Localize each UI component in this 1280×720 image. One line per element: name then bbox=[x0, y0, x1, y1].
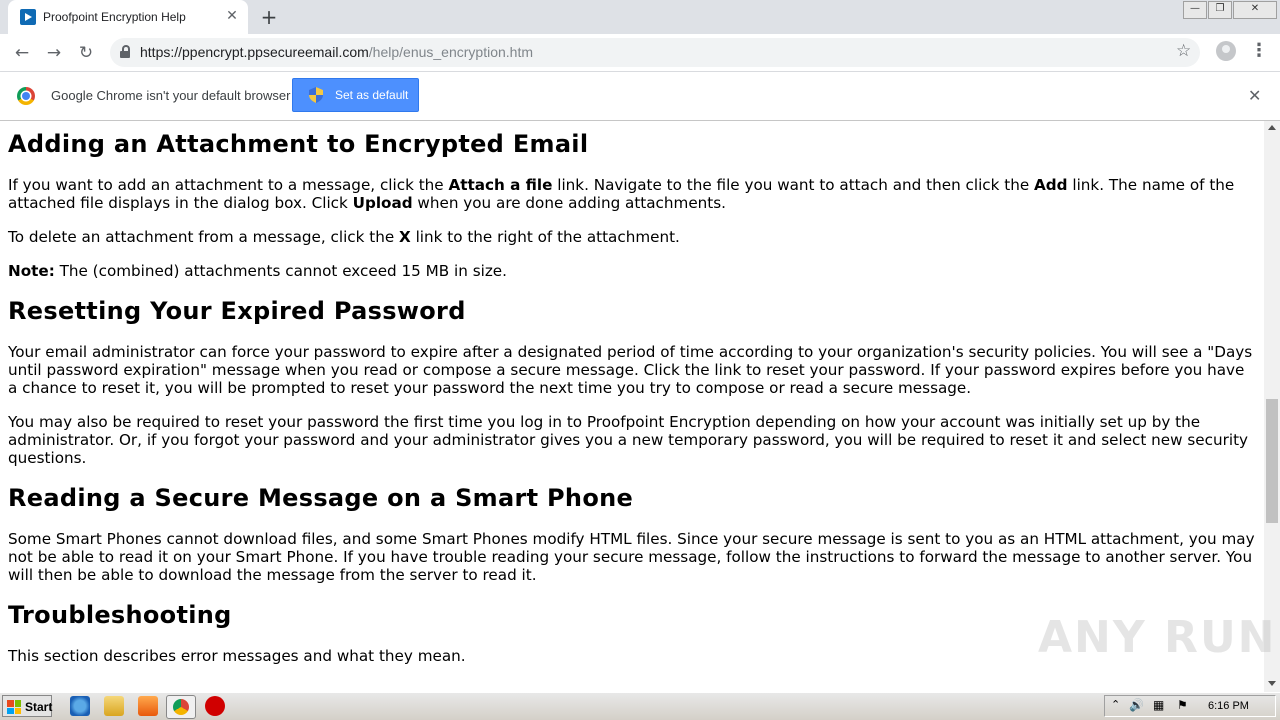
url-host: https://ppencrypt.ppsecureemail.com bbox=[140, 44, 369, 60]
file-explorer-icon[interactable] bbox=[104, 696, 124, 716]
chrome-taskbar-icon bbox=[173, 699, 189, 715]
address-bar[interactable]: https://ppencrypt.ppsecureemail.com/help… bbox=[110, 38, 1200, 67]
x-term: X bbox=[399, 228, 411, 246]
lock-icon[interactable] bbox=[120, 45, 130, 58]
action-center-flag-icon[interactable]: ⚑ bbox=[1177, 698, 1188, 712]
infobar-message: Google Chrome isn't your default browser bbox=[51, 88, 291, 103]
attach-a-file-term: Attach a file bbox=[448, 176, 553, 194]
set-as-default-label: Set as default bbox=[335, 88, 409, 102]
back-button[interactable]: ← bbox=[10, 41, 34, 65]
start-label: Start bbox=[25, 700, 53, 714]
internet-explorer-icon[interactable] bbox=[70, 696, 90, 716]
tab-close-icon[interactable]: ✕ bbox=[224, 8, 240, 24]
system-tray: ⌃ 🔊 ▦ ⚑ bbox=[1104, 695, 1276, 717]
page-content: Adding an Attachment to Encrypted Email … bbox=[0, 121, 1264, 692]
heading-reset-password: Resetting Your Expired Password bbox=[8, 297, 466, 325]
default-browser-infobar: Google Chrome isn't your default browser… bbox=[0, 72, 1280, 121]
upload-term: Upload bbox=[352, 194, 413, 212]
delete-attachment-paragraph: To delete an attachment from a message, … bbox=[8, 228, 680, 246]
chrome-logo-icon bbox=[17, 87, 35, 105]
attachment-size-note: Note: The (combined) attachments cannot … bbox=[8, 262, 507, 280]
uac-shield-icon bbox=[309, 87, 323, 103]
tab-title: Proofpoint Encryption Help bbox=[43, 10, 186, 24]
attachment-paragraph: If you want to add an attachment to a me… bbox=[8, 176, 1235, 212]
chrome-taskbar-button[interactable] bbox=[166, 695, 196, 719]
new-tab-button[interactable]: + bbox=[258, 6, 280, 28]
chrome-menu-icon[interactable]: ⋮ bbox=[1250, 40, 1268, 61]
close-window-button[interactable]: ✕ bbox=[1233, 1, 1277, 19]
reset-password-paragraph-2: You may also be required to reset your p… bbox=[8, 413, 1249, 467]
url-path: /help/enus_encryption.htm bbox=[368, 44, 533, 60]
tab-strip: Proofpoint Encryption Help ✕ + — ❐ ✕ bbox=[0, 0, 1280, 34]
heading-smart-phone: Reading a Secure Message on a Smart Phon… bbox=[8, 484, 634, 512]
scroll-down-arrow-icon[interactable] bbox=[1268, 681, 1276, 686]
scrollbar-thumb[interactable] bbox=[1266, 399, 1278, 523]
media-player-icon[interactable] bbox=[138, 696, 158, 716]
page-scrollbar[interactable] bbox=[1264, 121, 1280, 692]
proofpoint-favicon-icon bbox=[20, 9, 36, 25]
restore-button[interactable]: ❐ bbox=[1208, 1, 1232, 19]
reset-password-paragraph-1: Your email administrator can force your … bbox=[8, 343, 1253, 397]
bookmark-star-icon[interactable]: ☆ bbox=[1176, 41, 1191, 61]
smart-phone-paragraph: Some Smart Phones cannot download files,… bbox=[8, 530, 1255, 584]
add-term: Add bbox=[1034, 176, 1068, 194]
browser-tab[interactable]: Proofpoint Encryption Help ✕ bbox=[8, 0, 248, 34]
network-icon[interactable]: ▦ bbox=[1153, 698, 1164, 712]
windows-logo-icon bbox=[7, 700, 21, 714]
browser-toolbar: ← → ↻ https://ppencrypt.ppsecureemail.co… bbox=[0, 34, 1280, 72]
heading-attachment: Adding an Attachment to Encrypted Email bbox=[8, 130, 589, 158]
volume-icon[interactable]: 🔊 bbox=[1129, 698, 1144, 712]
infobar-close-icon[interactable]: ✕ bbox=[1248, 86, 1261, 105]
taskbar-clock[interactable]: 6:16 PM bbox=[1208, 700, 1249, 712]
set-as-default-button[interactable]: Set as default bbox=[292, 78, 419, 112]
windows-taskbar: Start ⌃ 🔊 ▦ ⚑ 6:16 PM bbox=[0, 692, 1280, 720]
profile-avatar-icon[interactable] bbox=[1216, 41, 1236, 61]
url-text[interactable]: https://ppencrypt.ppsecureemail.com/help… bbox=[140, 44, 533, 60]
antivirus-icon[interactable] bbox=[205, 696, 225, 716]
start-button[interactable]: Start bbox=[2, 695, 52, 717]
scroll-up-arrow-icon[interactable] bbox=[1268, 125, 1276, 130]
minimize-button[interactable]: — bbox=[1183, 1, 1207, 19]
forward-button[interactable]: → bbox=[42, 41, 66, 65]
reload-button[interactable]: ↻ bbox=[74, 41, 98, 65]
tray-expand-icon[interactable]: ⌃ bbox=[1111, 698, 1120, 711]
note-label: Note: bbox=[8, 262, 55, 280]
anyrun-watermark: ANY RUN bbox=[1038, 612, 1277, 663]
